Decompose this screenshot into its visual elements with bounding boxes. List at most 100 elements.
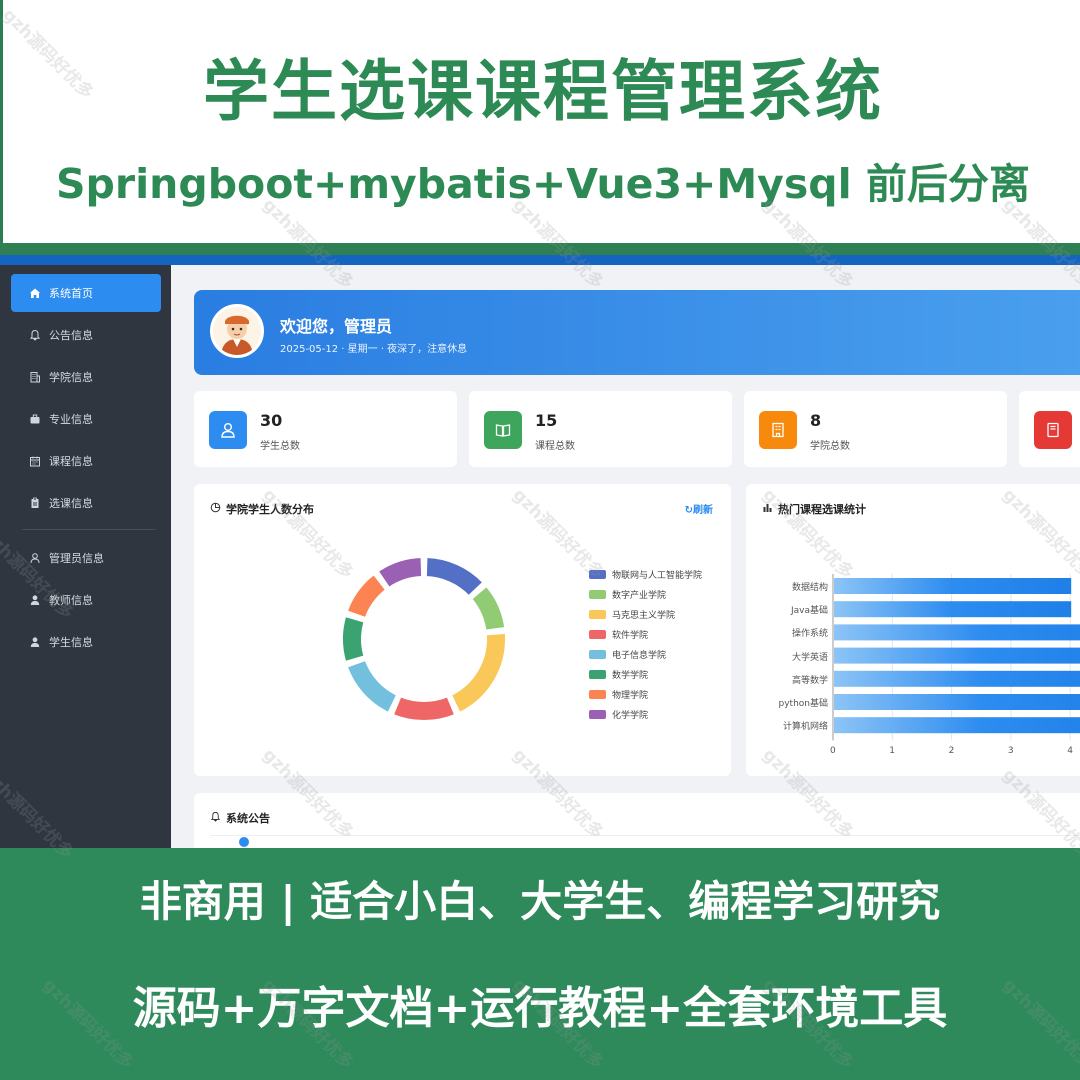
- user-icon: [29, 594, 41, 606]
- sidebar-divider: [22, 529, 156, 530]
- legend-item[interactable]: 数字产业学院: [589, 588, 666, 601]
- bar[interactable]: [834, 670, 1080, 687]
- sidebar-item-label: 学生信息: [49, 636, 93, 649]
- course-stats-panel: 热门课程选课统计 数据结构 Java基础 操作系统 大学英语 高等数学 python基础计…: [746, 484, 1080, 776]
- college-distribution-panel: 学院学生人数分布 ↻刷新 物联网与人工智能学院 数字产业学院 马克思主义学院 软件学院…: [194, 484, 731, 776]
- bar-category-label: 高等数学: [791, 675, 828, 686]
- bar-category-label: python基础: [778, 699, 828, 709]
- legend-label: 数学学院: [612, 671, 649, 681]
- sidebar-item-courses[interactable]: 课程信息: [11, 442, 161, 480]
- sidebar-item-home[interactable]: 系统首页: [11, 274, 161, 312]
- sidebar-item-label: 管理员信息: [49, 552, 104, 565]
- legend-item[interactable]: 化学学院: [589, 708, 648, 721]
- bar[interactable]: [834, 578, 1072, 594]
- stat-card-courses[interactable]: 15 课程总数: [469, 391, 732, 467]
- bar[interactable]: [834, 601, 1072, 618]
- stat-card-students[interactable]: 30 学生总数: [194, 391, 457, 467]
- briefcase-icon: [29, 413, 41, 425]
- legend-label: 物联网与人工智能学院: [612, 571, 703, 581]
- book-icon: [484, 411, 522, 449]
- home-icon: [29, 287, 41, 299]
- welcome-title: 欢迎您，管理员: [280, 317, 393, 336]
- donut-slice[interactable]: [424, 556, 485, 598]
- welcome-subtitle: 2025-05-12 · 星期一 · 夜深了，注意休息: [280, 344, 468, 355]
- donut-slice[interactable]: [341, 615, 366, 663]
- stat-label: 课程总数: [535, 441, 575, 452]
- sidebar-item-label: 专业信息: [49, 413, 93, 426]
- donut-slice[interactable]: [345, 658, 399, 714]
- legend-item[interactable]: 数学学院: [589, 668, 648, 681]
- footer-line-2: 源码+万字文档+运行教程+全套环境工具: [132, 983, 948, 1034]
- legend-label: 数字产业学院: [612, 591, 667, 601]
- user-icon: [209, 411, 247, 449]
- donut-slice[interactable]: [391, 695, 457, 722]
- bar[interactable]: [834, 647, 1080, 664]
- sidebar-item-admins[interactable]: 管理员信息: [11, 539, 161, 577]
- bar-category-label: 大学英语: [791, 652, 828, 663]
- legend-swatch: [589, 670, 606, 679]
- clipboard-icon: [29, 497, 41, 509]
- banner-subtitle: Springboot+mybatis+Vue3+Mysql 前后分离: [56, 160, 1030, 208]
- stat-card-other[interactable]: [1019, 391, 1080, 467]
- sidebar-item-label: 选课信息: [49, 497, 93, 510]
- stat-card-colleges[interactable]: 8 学院总数: [744, 391, 1007, 467]
- legend-item[interactable]: 软件学院: [589, 628, 648, 641]
- sidebar-item-colleges[interactable]: 学院信息: [11, 358, 161, 396]
- legend-label: 电子信息学院: [612, 651, 667, 661]
- bar[interactable]: [834, 624, 1080, 641]
- panel-title: 系统公告: [226, 812, 270, 825]
- sidebar-item-majors[interactable]: 专业信息: [11, 400, 161, 438]
- stat-label: 学院总数: [810, 441, 850, 452]
- sidebar-item-students[interactable]: 学生信息: [11, 623, 161, 661]
- bar[interactable]: [834, 717, 1080, 734]
- sidebar-item-label: 学院信息: [49, 371, 93, 384]
- legend-label: 马克思主义学院: [612, 611, 676, 621]
- legend-item[interactable]: 物联网与人工智能学院: [589, 568, 702, 581]
- bar-category-label: 数据结构: [791, 583, 828, 593]
- footer-line-1: 非商用 | 适合小白、大学生、编程学习研究: [139, 877, 941, 926]
- stat-value: 15: [535, 411, 558, 430]
- sidebar-item-label: 系统首页: [49, 287, 93, 300]
- legend-item[interactable]: 电子信息学院: [589, 648, 666, 661]
- building-icon: [759, 411, 797, 449]
- sidebar-item-label: 课程信息: [49, 455, 93, 468]
- notebook-icon: [1034, 411, 1072, 449]
- sidebar-item-teachers[interactable]: 教师信息: [11, 581, 161, 619]
- calendar-icon: [29, 455, 41, 467]
- avatar: [210, 304, 264, 358]
- bar-category-label: 操作系统: [791, 629, 828, 640]
- legend-label: 软件学院: [612, 631, 649, 641]
- x-tick-label: 2: [948, 746, 955, 757]
- donut-slice[interactable]: [449, 631, 507, 714]
- legend-swatch: [589, 590, 606, 599]
- legend-item[interactable]: 马克思主义学院: [589, 608, 675, 621]
- panel-title-row: 系统公告: [210, 810, 270, 826]
- donut-slice[interactable]: [345, 573, 388, 620]
- notice-panel: 系统公告: [194, 793, 1080, 848]
- notice-divider: [210, 835, 1080, 836]
- legend-swatch: [589, 630, 606, 639]
- top-banner: 学生选课课程管理系统 Springboot+mybatis+Vue3+Mysql…: [0, 0, 1080, 243]
- green-strip: [0, 243, 1080, 255]
- donut-slice[interactable]: [376, 556, 424, 589]
- legend-swatch: [589, 710, 606, 719]
- sidebar-item-label: 教师信息: [49, 594, 93, 607]
- x-tick-label: 0: [830, 746, 836, 757]
- sidebar: 系统首页 公告信息 学院信息 专业信息 课程信息 选课信息 管理员信息 教师信息…: [0, 265, 171, 848]
- legend-item[interactable]: 物理学院: [589, 688, 648, 701]
- main-content: 欢迎您，管理员 2025-05-12 · 星期一 · 夜深了，注意休息 30 学…: [171, 265, 1080, 848]
- donut-slice[interactable]: [470, 584, 507, 632]
- app-header-bar: [0, 255, 1080, 265]
- sidebar-item-selections[interactable]: 选课信息: [11, 484, 161, 522]
- sidebar-item-notices[interactable]: 公告信息: [11, 316, 161, 354]
- welcome-card: 欢迎您，管理员 2025-05-12 · 星期一 · 夜深了，注意休息: [194, 290, 1080, 375]
- bar[interactable]: [834, 694, 1080, 710]
- bottom-banner: 非商用 | 适合小白、大学生、编程学习研究 源码+万字文档+运行教程+全套环境工…: [0, 848, 1080, 1080]
- banner-title: 学生选课课程管理系统: [203, 53, 883, 130]
- bar-category-label: Java基础: [790, 606, 828, 617]
- legend-swatch: [589, 610, 606, 619]
- legend-swatch: [589, 650, 606, 659]
- stat-value: 30: [260, 411, 283, 430]
- donut-chart: [341, 556, 507, 722]
- x-tick-label: 4: [1067, 746, 1073, 757]
